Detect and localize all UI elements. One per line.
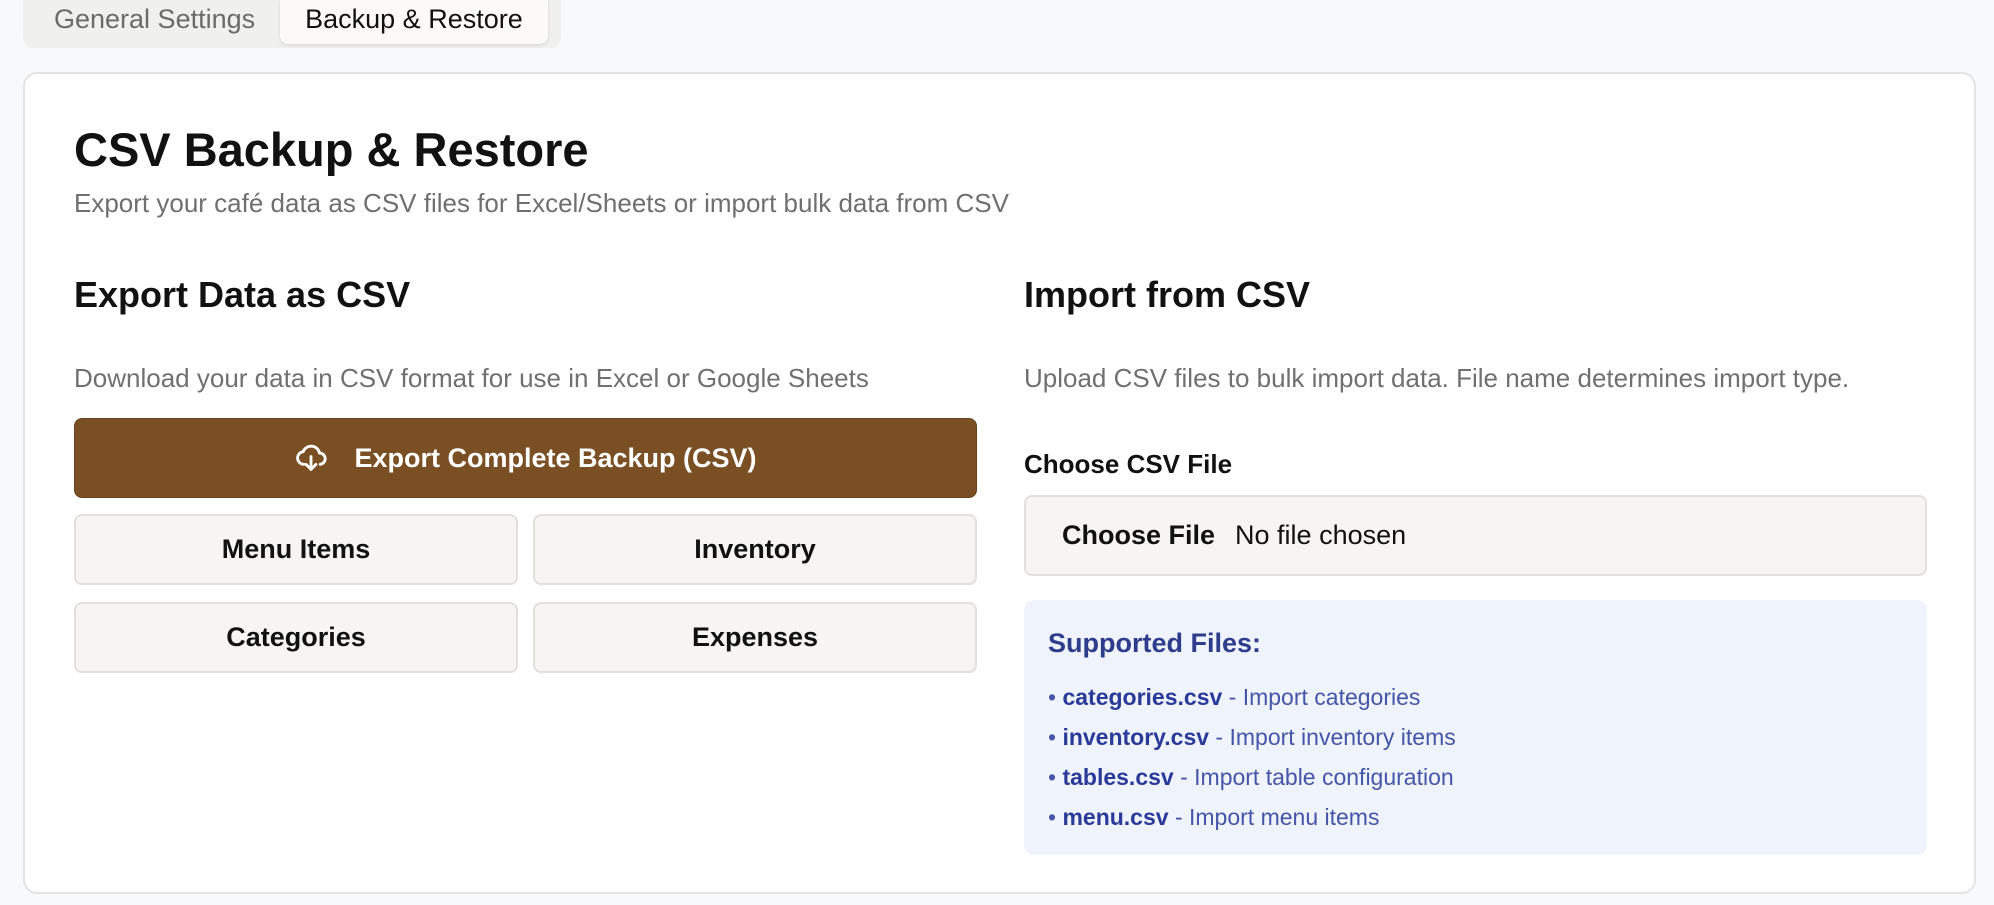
csv-file-label: Choose CSV File: [1024, 449, 1233, 479]
file-description: - Import menu items: [1168, 804, 1380, 830]
bullet: •: [1048, 804, 1057, 830]
bullet: •: [1048, 684, 1057, 710]
export-buttons-grid: Menu Items Inventory Categories Expenses: [74, 514, 977, 673]
export-complete-backup-button[interactable]: Export Complete Backup (CSV): [74, 418, 977, 498]
list-item: • tables.csv - Import table configuratio…: [1048, 757, 1903, 797]
supported-files-list: • categories.csv - Import categories • i…: [1048, 677, 1903, 837]
export-categories-button[interactable]: Categories: [74, 602, 518, 673]
file-description: - Import table configuration: [1173, 764, 1454, 790]
list-item: • menu.csv - Import menu items: [1048, 797, 1903, 837]
file-description: - Import categories: [1222, 684, 1421, 710]
import-section-description: Upload CSV files to bulk import data. Fi…: [1024, 363, 1850, 393]
export-section-title: Export Data as CSV: [74, 274, 411, 315]
tab-backup-restore[interactable]: Backup & Restore: [280, 0, 548, 44]
tab-general-settings[interactable]: General Settings: [29, 0, 280, 44]
supported-files-box: Supported Files: • categories.csv - Impo…: [1024, 600, 1927, 855]
export-expenses-button[interactable]: Expenses: [533, 602, 977, 673]
export-section-description: Download your data in CSV format for use…: [74, 363, 869, 393]
bullet: •: [1048, 764, 1057, 790]
csv-file-input[interactable]: Choose File No file chosen: [1024, 495, 1927, 576]
file-name: menu.csv: [1062, 804, 1169, 830]
list-item: • categories.csv - Import categories: [1048, 677, 1903, 717]
export-inventory-button[interactable]: Inventory: [533, 514, 977, 585]
supported-files-title: Supported Files:: [1048, 628, 1262, 658]
export-menu-items-button[interactable]: Menu Items: [74, 514, 518, 585]
list-item: • inventory.csv - Import inventory items: [1048, 717, 1903, 757]
settings-tabs: General Settings Backup & Restore: [23, 0, 561, 48]
export-complete-backup-label: Export Complete Backup (CSV): [354, 442, 757, 473]
file-name: categories.csv: [1062, 684, 1223, 710]
choose-file-button[interactable]: Choose File: [1062, 520, 1215, 551]
file-description: - Import inventory items: [1209, 724, 1456, 750]
import-section: Import from CSV Upload CSV files to bulk…: [1024, 274, 1927, 855]
bullet: •: [1048, 724, 1057, 750]
export-section: Export Data as CSV Download your data in…: [74, 274, 977, 673]
file-name: tables.csv: [1062, 764, 1174, 790]
cloud-download-icon: [294, 441, 328, 475]
backup-restore-card: CSV Backup & Restore Export your café da…: [23, 72, 1976, 894]
file-status: No file chosen: [1235, 520, 1407, 550]
import-section-title: Import from CSV: [1024, 274, 1311, 315]
page-title: CSV Backup & Restore: [74, 123, 589, 176]
file-name: inventory.csv: [1062, 724, 1210, 750]
page-subtitle: Export your café data as CSV files for E…: [74, 188, 1009, 218]
